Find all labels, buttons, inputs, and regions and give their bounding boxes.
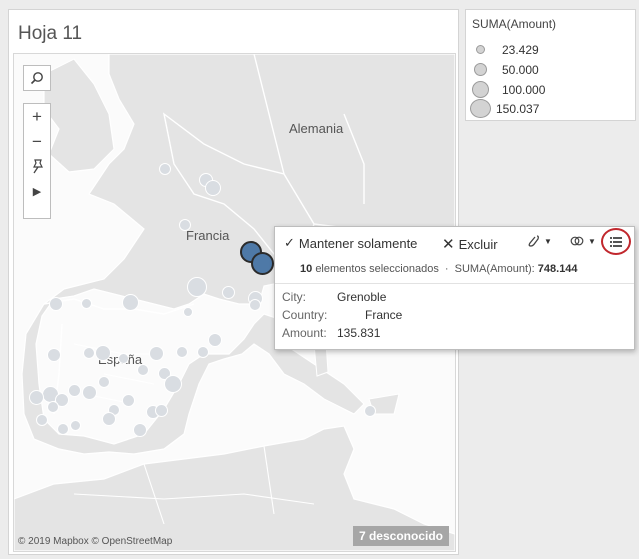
map-mark[interactable] bbox=[179, 219, 191, 231]
expand-toolbar-button[interactable]: ▶ bbox=[24, 179, 50, 204]
map-mark[interactable] bbox=[47, 348, 61, 362]
check-icon: ✓ bbox=[284, 235, 295, 250]
map-mark[interactable] bbox=[67, 383, 81, 397]
map-mark[interactable] bbox=[249, 299, 261, 311]
keep-only-label: Mantener solamente bbox=[298, 235, 418, 251]
size-circle-icon bbox=[474, 63, 487, 76]
group-members-button[interactable]: ▼ bbox=[526, 234, 552, 248]
size-legend: SUMA(Amount) 23.429 50.000 100.000 150.0… bbox=[465, 9, 636, 121]
map-mark[interactable] bbox=[208, 333, 222, 347]
map-mark[interactable] bbox=[176, 346, 188, 358]
zoom-out-button[interactable]: − bbox=[24, 129, 50, 154]
map-mark[interactable] bbox=[98, 376, 110, 388]
size-circle-icon bbox=[470, 99, 491, 118]
map-mark[interactable] bbox=[121, 293, 139, 311]
map-mark[interactable] bbox=[183, 307, 193, 317]
map-mark[interactable] bbox=[95, 345, 111, 361]
map-mark[interactable] bbox=[187, 277, 207, 297]
legend-item[interactable]: 23.429 bbox=[466, 40, 635, 60]
legend-item[interactable]: 150.037 bbox=[466, 99, 635, 119]
map-mark[interactable] bbox=[57, 423, 69, 435]
map-mark[interactable] bbox=[364, 405, 376, 417]
field-value-country: France bbox=[365, 308, 403, 322]
map-mark[interactable] bbox=[28, 389, 44, 405]
tooltip-divider bbox=[275, 283, 634, 284]
sheet-title: Hoja 11 bbox=[18, 23, 83, 44]
legend-title: SUMA(Amount) bbox=[472, 17, 557, 31]
map-mark[interactable] bbox=[221, 285, 235, 299]
data-grid-icon bbox=[610, 236, 622, 247]
map-zoom-toolbar: + − ▶ bbox=[23, 103, 51, 219]
exclude-label: Excluir bbox=[458, 236, 498, 252]
legend-item[interactable]: 50.000 bbox=[466, 60, 635, 80]
sum-value: 748.144 bbox=[537, 263, 578, 275]
field-value-amount: 135.831 bbox=[337, 326, 381, 340]
size-circle-icon bbox=[472, 81, 489, 98]
close-icon: ✕ bbox=[442, 236, 455, 253]
selected-count: 10 bbox=[300, 263, 313, 275]
legend-item-label: 23.429 bbox=[502, 43, 539, 57]
field-name-country: Country: bbox=[282, 308, 328, 322]
chevron-down-icon: ▼ bbox=[588, 236, 596, 246]
map-mark[interactable] bbox=[133, 423, 147, 437]
summary-separator: · bbox=[444, 263, 449, 275]
map-mark[interactable] bbox=[137, 364, 149, 376]
field-name-city: City: bbox=[282, 290, 306, 304]
venn-icon bbox=[570, 236, 584, 246]
map-mark[interactable] bbox=[159, 163, 171, 175]
legend-item-label: 150.037 bbox=[496, 102, 540, 116]
map-mark[interactable] bbox=[121, 393, 135, 407]
exclude-button[interactable]: ✕ Excluir bbox=[442, 235, 498, 253]
field-name-amount: Amount: bbox=[282, 326, 327, 340]
map-mark[interactable] bbox=[102, 412, 116, 426]
map-attribution[interactable]: © 2019 Mapbox © OpenStreetMap bbox=[18, 536, 172, 547]
legend-item-label: 100.000 bbox=[502, 83, 546, 97]
map-mark[interactable] bbox=[197, 346, 209, 358]
search-button[interactable] bbox=[23, 65, 51, 91]
keep-only-button[interactable]: ✓ Mantener solamente bbox=[284, 235, 417, 251]
tooltip-command-bar: ✓ Mantener solamente ✕ Excluir ▼ ▼ bbox=[275, 227, 634, 257]
map-mark[interactable] bbox=[154, 403, 168, 417]
map-mark[interactable] bbox=[164, 375, 182, 393]
map-mark[interactable] bbox=[83, 347, 95, 359]
zoom-in-button[interactable]: + bbox=[24, 104, 50, 129]
magnifier-icon bbox=[30, 72, 43, 85]
paperclip-icon bbox=[528, 235, 539, 247]
field-value-city: Grenoble bbox=[337, 290, 387, 304]
map-mark[interactable] bbox=[148, 345, 164, 361]
map-mark[interactable] bbox=[47, 401, 59, 413]
create-set-button[interactable]: ▼ bbox=[570, 234, 596, 248]
map-label-germany: Alemania bbox=[289, 121, 344, 136]
pin-map-button[interactable] bbox=[24, 154, 50, 179]
selected-mark-grenoble[interactable] bbox=[251, 252, 274, 275]
size-circle-icon bbox=[476, 45, 485, 54]
selected-count-suffix: elementos seleccionados bbox=[315, 263, 439, 275]
map-mark[interactable] bbox=[80, 297, 92, 309]
map-mark[interactable] bbox=[81, 384, 97, 400]
sum-label: SUMA(Amount): bbox=[454, 263, 535, 275]
map-label-france: Francia bbox=[186, 228, 230, 243]
selection-summary: 10 elementos seleccionados · SUMA(Amount… bbox=[300, 263, 578, 275]
map-mark[interactable] bbox=[49, 297, 63, 311]
chevron-down-icon: ▼ bbox=[544, 236, 552, 246]
map-mark[interactable] bbox=[117, 352, 129, 364]
map-mark[interactable] bbox=[36, 414, 48, 426]
view-data-button[interactable] bbox=[601, 228, 631, 255]
pin-icon bbox=[33, 158, 43, 173]
legend-item[interactable]: 100.000 bbox=[466, 80, 635, 100]
map-mark[interactable] bbox=[205, 180, 221, 196]
unknown-locations-badge[interactable]: 7 desconocido bbox=[352, 526, 449, 546]
map-mark[interactable] bbox=[69, 419, 81, 431]
selection-tooltip: ✓ Mantener solamente ✕ Excluir ▼ ▼ 10 el… bbox=[274, 226, 635, 350]
legend-item-label: 50.000 bbox=[502, 63, 539, 77]
